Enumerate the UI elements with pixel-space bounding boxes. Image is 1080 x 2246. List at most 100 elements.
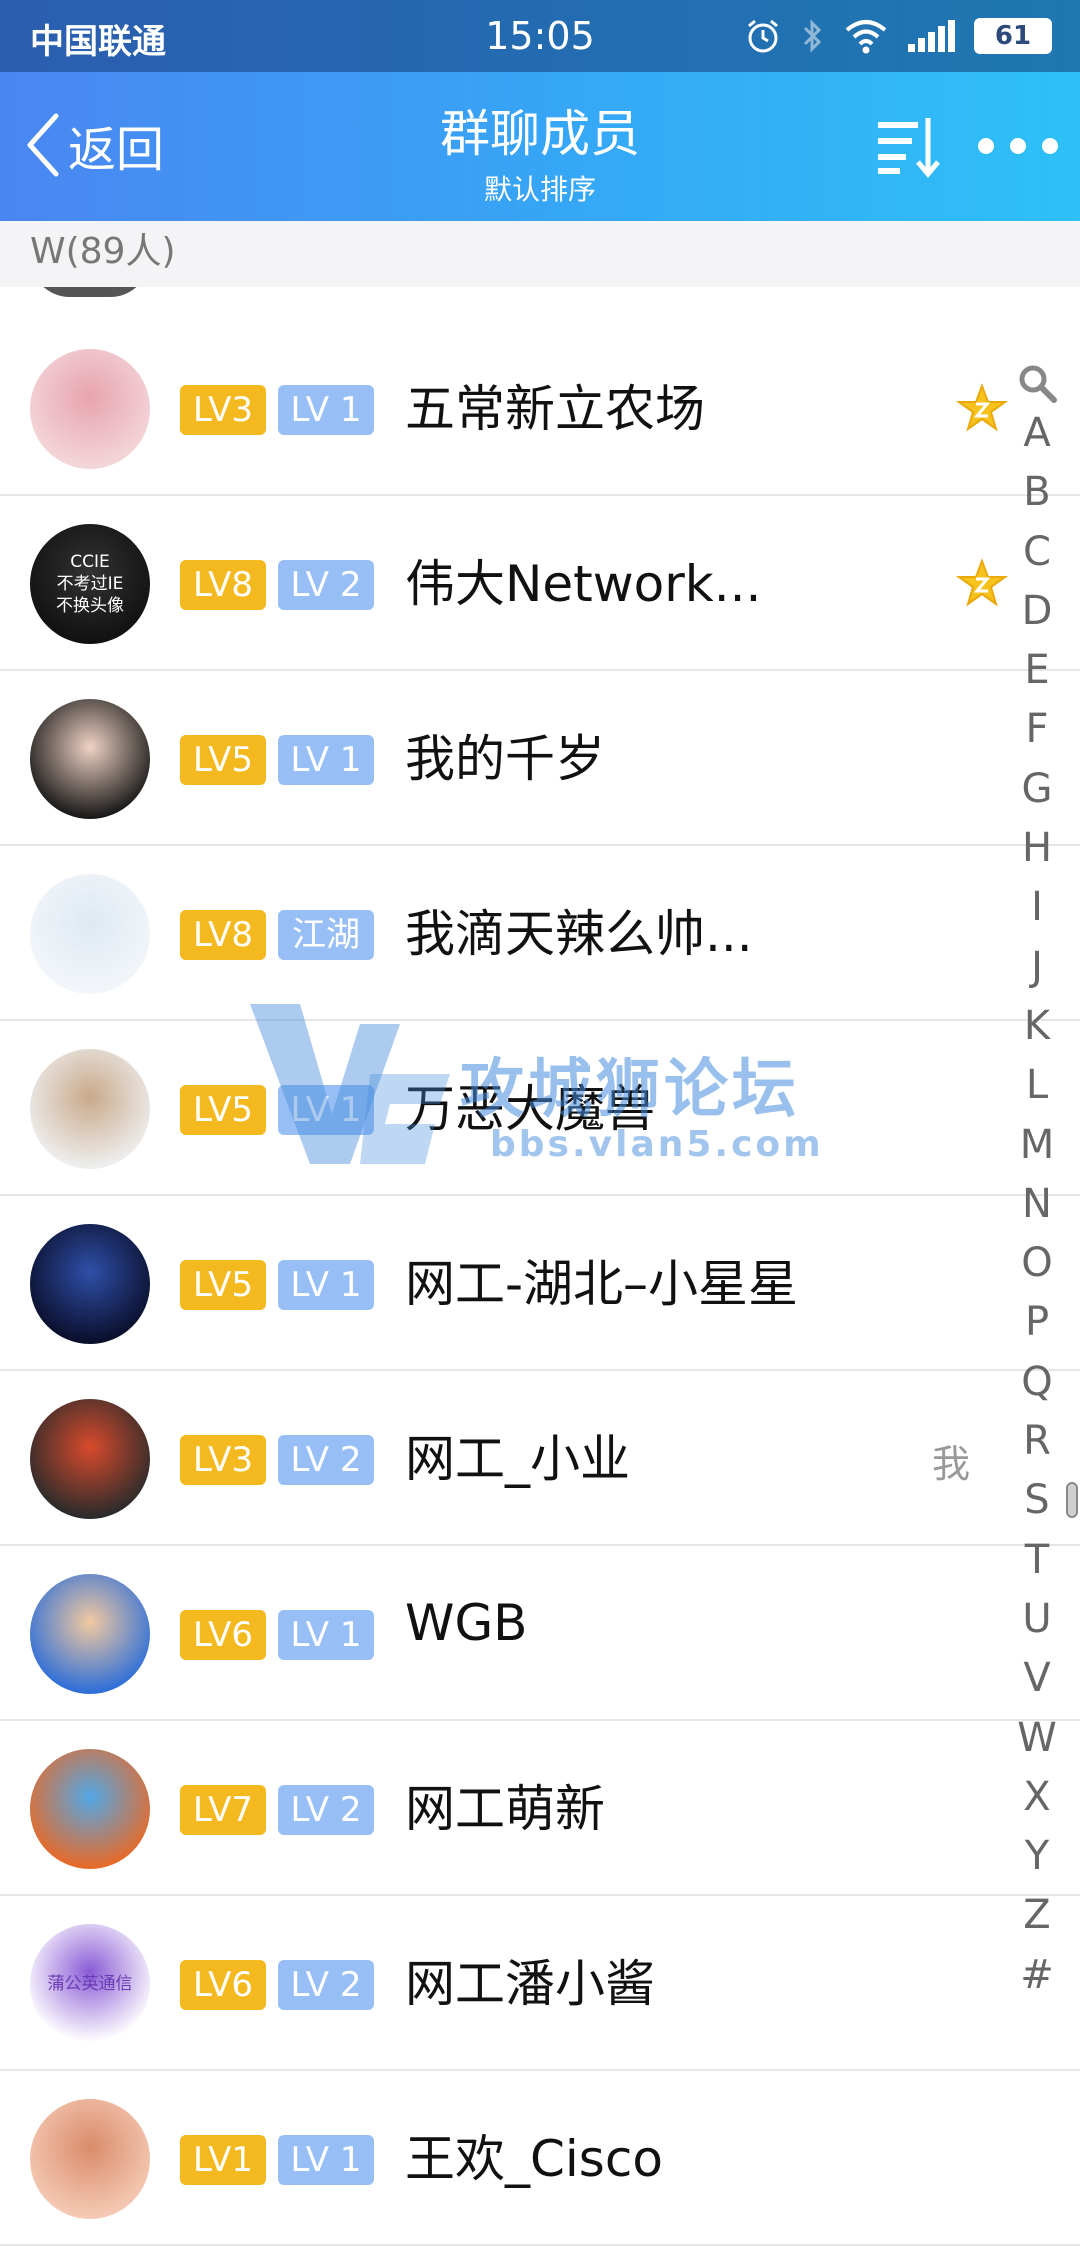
rank-badge: LV 1 (278, 1610, 374, 1660)
nav-bar: 返回 群聊成员 默认排序 (0, 72, 1080, 221)
member-name: 伟大Network... (405, 555, 762, 613)
index-letter[interactable]: C (1012, 523, 1062, 582)
avatar-caption: 蒲公英通信 (47, 1974, 133, 1994)
rank-badge: LV 1 (278, 1085, 374, 1135)
level-badge: LV1 (180, 2135, 266, 2185)
index-letter[interactable]: H (1012, 819, 1062, 878)
member-row[interactable]: LV8 江湖传说 我滴天辣么帅... (0, 846, 1080, 1021)
index-letter[interactable]: M (1012, 1116, 1062, 1175)
index-letter[interactable]: J (1012, 938, 1062, 997)
rank-badge: LV 1 (278, 2135, 374, 2185)
avatar[interactable]: 蒲公英通信 (30, 1924, 150, 2044)
index-letter[interactable]: U (1012, 1590, 1062, 1649)
rank-badge: LV 1 (278, 735, 374, 785)
member-list: LV3 LV 1 五常新立农场 CCIE 不考过IE 不换头像 LV8 LV 2 伟大Netwo… (0, 321, 1080, 2246)
more-options-icon[interactable] (978, 128, 1058, 164)
avatar[interactable]: CCIE 不考过IE 不换头像 (30, 524, 150, 644)
level-badge: LV5 (180, 1085, 266, 1135)
signal-icon (908, 20, 955, 52)
avatar-caption: 不考过IE (56, 574, 124, 594)
avatar[interactable] (30, 2099, 150, 2219)
rank-badge: LV 2 (278, 560, 374, 610)
index-letter[interactable]: W (1012, 1709, 1062, 1768)
index-letter[interactable]: T (1012, 1531, 1062, 1590)
top-bar: 中国联通 15:05 61 返回 群聊成员 默认排序 (0, 0, 1080, 221)
member-name: 网工潘小酱 (405, 1955, 655, 2013)
avatar-caption: 不换头像 (56, 596, 124, 616)
index-letter[interactable]: # (1012, 1946, 1062, 2005)
index-letter[interactable]: I (1012, 878, 1062, 937)
member-row[interactable]: 蒲公英通信 LV6 LV 2 网工潘小酱 (0, 1896, 1080, 2071)
rank-badge: LV 2 (278, 1435, 374, 1485)
member-name: 五常新立农场 (405, 380, 705, 438)
member-name: 我滴天辣么帅... (405, 905, 753, 963)
index-letter[interactable]: Q (1012, 1353, 1062, 1412)
section-header: W(89人) (0, 221, 1080, 287)
index-letter[interactable]: D (1012, 582, 1062, 641)
avatar-caption: CCIE (70, 552, 110, 572)
member-row[interactable]: LV5 LV 1 网工-湖北–小星星 (0, 1196, 1080, 1371)
level-badge: LV7 (180, 1785, 266, 1835)
member-name: 网工-湖北–小星星 (405, 1255, 799, 1313)
member-name: 万恶大魔兽 (405, 1080, 655, 1138)
index-letter[interactable]: K (1012, 997, 1062, 1056)
index-letter[interactable]: B (1012, 463, 1062, 522)
self-indicator: 我 (932, 1442, 971, 1486)
level-badge: LV8 (180, 910, 266, 960)
index-letter[interactable]: X (1012, 1768, 1062, 1827)
sort-icon[interactable] (874, 114, 944, 178)
member-row[interactable]: LV1 LV 1 王欢_Cisco (0, 2071, 1080, 2246)
avatar[interactable] (30, 1224, 150, 1344)
level-badge: LV6 (180, 1610, 266, 1660)
avatar[interactable] (30, 1399, 150, 1519)
member-row[interactable]: CCIE 不考过IE 不换头像 LV8 LV 2 伟大Network... (0, 496, 1080, 671)
member-name: 我的千岁 (405, 730, 605, 788)
rank-badge: LV 1 (278, 1260, 374, 1310)
index-letter[interactable]: F (1012, 700, 1062, 759)
rank-badge: LV 2 (278, 1785, 374, 1835)
rank-badge: LV 2 (278, 1960, 374, 2010)
rank-badge: LV 1 (278, 385, 374, 435)
index-letter[interactable]: Y (1012, 1827, 1062, 1886)
level-badge: LV5 (180, 1260, 266, 1310)
index-letter[interactable]: S (1012, 1471, 1062, 1530)
level-badge: LV8 (180, 560, 266, 610)
member-row[interactable]: LV3 LV 2 网工_小业 我 (0, 1371, 1080, 1546)
scrollbar-thumb[interactable] (1066, 1482, 1078, 1518)
avatar[interactable] (30, 699, 150, 819)
avatar[interactable] (30, 349, 150, 469)
index-letter[interactable]: E (1012, 641, 1062, 700)
index-letter[interactable]: V (1012, 1649, 1062, 1708)
search-icon[interactable] (1016, 362, 1058, 404)
member-row[interactable]: LV6 LV 1 WGB (0, 1546, 1080, 1721)
member-row[interactable]: LV7 LV 2 网工萌新 (0, 1721, 1080, 1896)
index-letter[interactable]: A (1012, 404, 1062, 463)
member-row[interactable]: LV3 LV 1 五常新立农场 (0, 321, 1080, 496)
member-row[interactable]: LV5 LV 1 万恶大魔兽 (0, 1021, 1080, 1196)
index-letter[interactable]: P (1012, 1293, 1062, 1352)
partial-row (0, 287, 1080, 323)
avatar[interactable] (30, 1749, 150, 1869)
index-letter[interactable]: L (1012, 1056, 1062, 1115)
battery-icon: 61 (974, 18, 1052, 54)
bluetooth-icon (803, 19, 822, 53)
rank-badge: 江湖传说 (278, 910, 374, 1005)
avatar[interactable] (30, 1049, 150, 1169)
index-letter[interactable]: Z (1012, 1886, 1062, 1945)
avatar[interactable] (30, 874, 150, 994)
member-name: 王欢_Cisco (405, 2130, 663, 2188)
star-icon (956, 558, 1008, 607)
avatar[interactable] (30, 1574, 150, 1694)
index-letter[interactable]: O (1012, 1234, 1062, 1293)
member-row[interactable]: LV5 LV 1 我的千岁 (0, 671, 1080, 846)
level-badge: LV6 (180, 1960, 266, 2010)
index-letter[interactable]: R (1012, 1412, 1062, 1471)
index-letter[interactable]: G (1012, 760, 1062, 819)
status-icons: 61 (744, 12, 1052, 60)
member-name: WGB (405, 1594, 528, 1652)
wifi-icon (845, 20, 887, 54)
index-letter[interactable]: N (1012, 1175, 1062, 1234)
index-letters[interactable]: A B C D E F G H I J K L M N O P Q R S T U V W X Y Z # (1012, 404, 1062, 2005)
status-bar: 中国联通 15:05 61 (0, 0, 1080, 72)
alarm-icon (748, 19, 778, 53)
